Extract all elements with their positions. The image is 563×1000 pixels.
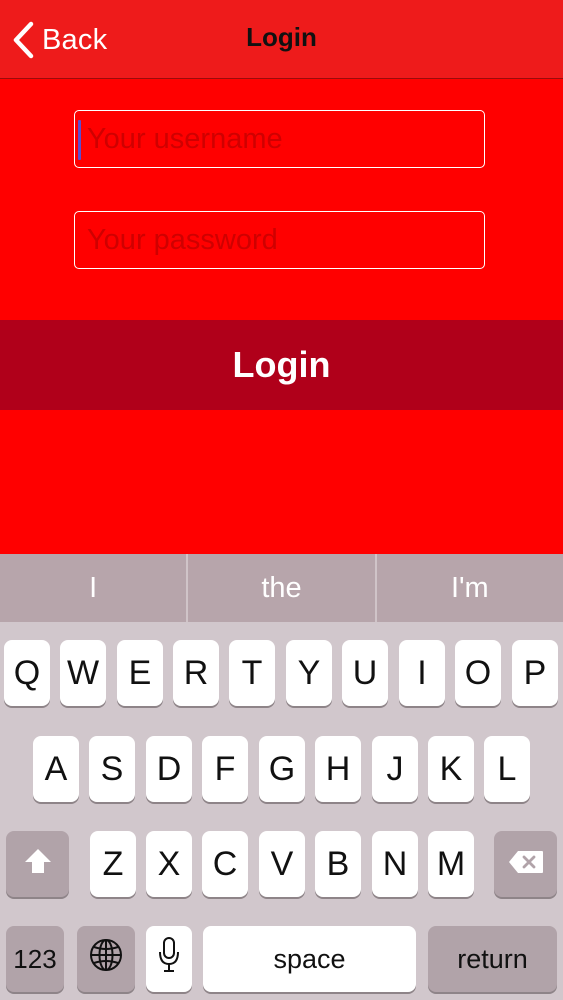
key-u[interactable]: U — [342, 640, 388, 706]
key-p[interactable]: P — [512, 640, 558, 706]
return-key[interactable]: return — [428, 926, 557, 992]
key-t[interactable]: T — [229, 640, 275, 706]
numbers-key[interactable]: 123 — [6, 926, 64, 992]
microphone-key[interactable] — [146, 926, 192, 992]
login-button[interactable]: Login — [0, 320, 563, 410]
key-o[interactable]: O — [455, 640, 501, 706]
key-l[interactable]: L — [484, 736, 530, 802]
key-r[interactable]: R — [173, 640, 219, 706]
backspace-icon — [507, 845, 545, 884]
username-input[interactable] — [75, 111, 484, 167]
password-field[interactable] — [74, 211, 485, 269]
key-a[interactable]: A — [33, 736, 79, 802]
key-x[interactable]: X — [146, 831, 192, 897]
key-j[interactable]: J — [372, 736, 418, 802]
suggestion-1[interactable]: I — [0, 554, 186, 622]
key-m[interactable]: M — [428, 831, 474, 897]
navigation-bar: Back Login — [0, 0, 563, 79]
text-cursor — [78, 120, 81, 160]
keyboard: I the I'm Q W E R T Y U I O P A S D F G … — [0, 554, 563, 1000]
globe-icon — [88, 937, 124, 982]
key-h[interactable]: H — [315, 736, 361, 802]
key-n[interactable]: N — [372, 831, 418, 897]
suggestion-2[interactable]: the — [186, 554, 374, 622]
key-i[interactable]: I — [399, 640, 445, 706]
username-field[interactable] — [74, 110, 485, 168]
shift-icon — [23, 845, 53, 884]
key-f[interactable]: F — [202, 736, 248, 802]
key-c[interactable]: C — [202, 831, 248, 897]
key-e[interactable]: E — [117, 640, 163, 706]
globe-key[interactable] — [77, 926, 135, 992]
key-g[interactable]: G — [259, 736, 305, 802]
backspace-key[interactable] — [494, 831, 557, 897]
password-input[interactable] — [75, 212, 484, 268]
key-v[interactable]: V — [259, 831, 305, 897]
space-key[interactable]: space — [203, 926, 416, 992]
page-title: Login — [246, 22, 317, 52]
microphone-icon — [157, 936, 181, 983]
key-q[interactable]: Q — [4, 640, 50, 706]
key-z[interactable]: Z — [90, 831, 136, 897]
key-d[interactable]: D — [146, 736, 192, 802]
key-w[interactable]: W — [60, 640, 106, 706]
shift-key[interactable] — [6, 831, 69, 897]
suggestion-3[interactable]: I'm — [374, 554, 563, 622]
key-k[interactable]: K — [428, 736, 474, 802]
key-b[interactable]: B — [315, 831, 361, 897]
key-s[interactable]: S — [89, 736, 135, 802]
key-y[interactable]: Y — [286, 640, 332, 706]
suggestion-bar: I the I'm — [0, 554, 563, 622]
